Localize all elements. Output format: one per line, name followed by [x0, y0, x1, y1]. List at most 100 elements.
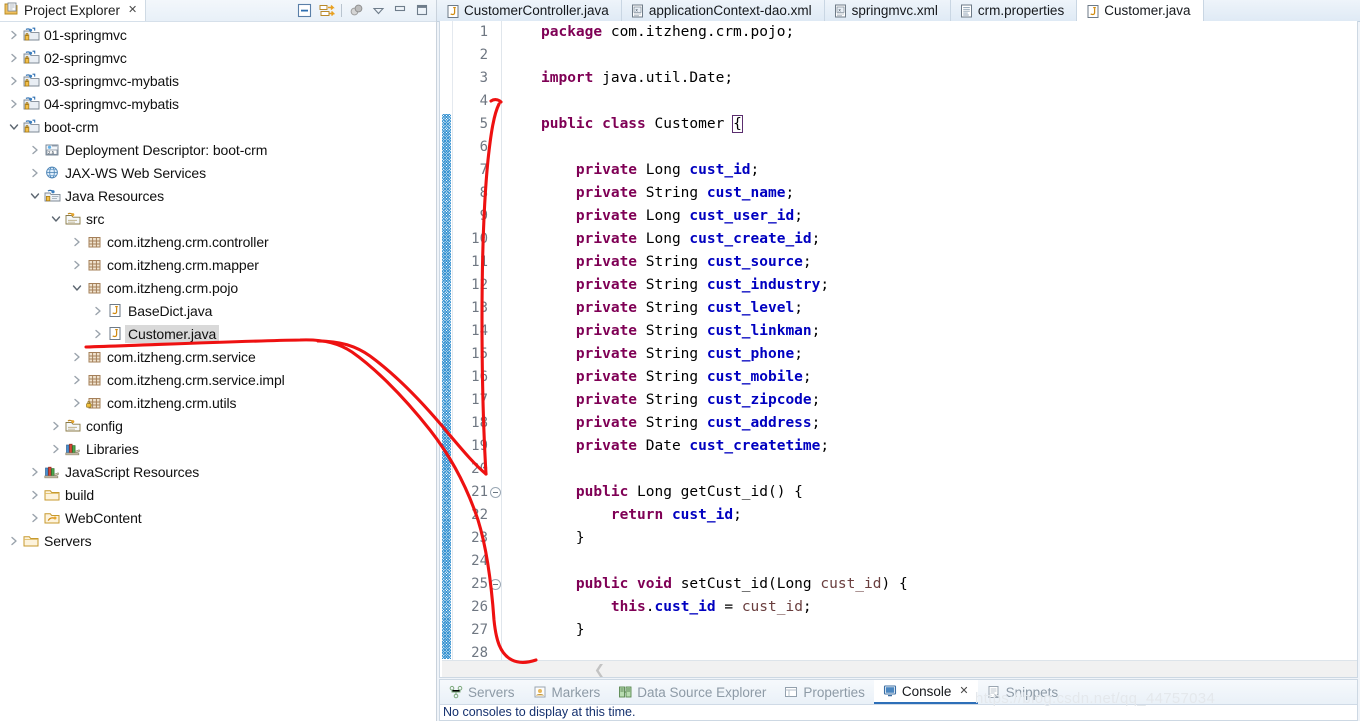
- code-line[interactable]: public class Customer {: [502, 113, 1357, 136]
- chevron-right-icon[interactable]: [48, 437, 64, 460]
- view-menu-icon[interactable]: [371, 3, 386, 18]
- code-line[interactable]: private String cust_zipcode;: [502, 389, 1357, 412]
- tree-item-libraries[interactable]: Libraries: [0, 437, 436, 460]
- fold-collapse-icon[interactable]: [490, 487, 501, 498]
- code-line[interactable]: return cust_id;: [502, 504, 1357, 527]
- tab-project-explorer[interactable]: Project Explorer ✕: [0, 0, 147, 21]
- bottom-tabbar[interactable]: Servers Markers Data Source Explorer Pro…: [440, 680, 1357, 705]
- bottom-tab-servers[interactable]: Servers: [440, 680, 524, 704]
- editor-tab-crm-properties[interactable]: crm.properties: [951, 0, 1078, 21]
- tree-item-com-itzheng-crm-pojo[interactable]: com.itzheng.crm.pojo: [0, 276, 436, 299]
- scroll-left-icon[interactable]: ❮: [594, 662, 605, 677]
- tree-item-src[interactable]: src: [0, 207, 436, 230]
- editor-tabbar[interactable]: CustomerController.java x applicationCon…: [437, 0, 1360, 22]
- code-line[interactable]: [502, 136, 1357, 159]
- code-line[interactable]: package com.itzheng.crm.pojo;: [502, 21, 1357, 44]
- chevron-down-icon[interactable]: [27, 184, 43, 207]
- bottom-tab-properties[interactable]: Properties: [775, 680, 874, 704]
- code-line[interactable]: private String cust_mobile;: [502, 366, 1357, 389]
- code-line[interactable]: private String cust_address;: [502, 412, 1357, 435]
- code-line[interactable]: [502, 550, 1357, 573]
- chevron-right-icon[interactable]: [6, 69, 22, 92]
- code-line[interactable]: private Long cust_create_id;: [502, 228, 1357, 251]
- chevron-down-icon[interactable]: [69, 276, 85, 299]
- minimize-icon[interactable]: [393, 3, 408, 18]
- tree-item-03-springmvc-mybatis[interactable]: 03-springmvc-mybatis: [0, 69, 436, 92]
- tree-item-com-itzheng-crm-service-impl[interactable]: com.itzheng.crm.service.impl: [0, 368, 436, 391]
- chevron-right-icon[interactable]: [90, 299, 106, 322]
- tree-item-boot-crm[interactable]: boot-crm: [0, 115, 436, 138]
- code-line[interactable]: private String cust_industry;: [502, 274, 1357, 297]
- bottom-tab-console[interactable]: Console ✕: [873, 680, 978, 704]
- bottom-tab-markers[interactable]: Markers: [524, 680, 610, 704]
- code-line[interactable]: [502, 90, 1357, 113]
- close-icon[interactable]: ✕: [959, 685, 968, 697]
- tree-item-servers[interactable]: Servers: [0, 529, 436, 552]
- code-line[interactable]: [502, 458, 1357, 481]
- chevron-down-icon[interactable]: [6, 115, 22, 138]
- chevron-right-icon[interactable]: [27, 483, 43, 506]
- code-line[interactable]: import java.util.Date;: [502, 67, 1357, 90]
- tree-item-04-springmvc-mybatis[interactable]: 04-springmvc-mybatis: [0, 92, 436, 115]
- close-icon[interactable]: ✕: [128, 5, 137, 16]
- code-line[interactable]: [502, 44, 1357, 67]
- tree-item-javascript-resources[interactable]: JavaScript Resources: [0, 460, 436, 483]
- chevron-right-icon[interactable]: [69, 230, 85, 253]
- line-number-gutter[interactable]: 1 2 3 4 5 6 7 8 9 10 11 12 13 14 15 16 17 18 19 20 21 22 23 24 2…: [453, 21, 502, 677]
- editor-tab-springmvc-xml[interactable]: x springmvc.xml: [825, 0, 951, 21]
- project-tree[interactable]: 01-springmvc 02-springmvc 03-springmvc-m…: [0, 21, 436, 721]
- chevron-right-icon[interactable]: [48, 414, 64, 437]
- chevron-right-icon[interactable]: [27, 460, 43, 483]
- chevron-right-icon[interactable]: [69, 368, 85, 391]
- editor-tab-applicationcontext-dao-xml[interactable]: x applicationContext-dao.xml: [622, 0, 825, 21]
- code-line[interactable]: private String cust_name;: [502, 182, 1357, 205]
- horizontal-scrollbar[interactable]: ❮: [442, 660, 1357, 677]
- code-line[interactable]: private String cust_linkman;: [502, 320, 1357, 343]
- tree-item-com-itzheng-crm-service[interactable]: com.itzheng.crm.service: [0, 345, 436, 368]
- code-editor[interactable]: 1 2 3 4 5 6 7 8 9 10 11 12 13 14 15 16 17 18 19 20 21 22 23 24 2…: [439, 21, 1358, 678]
- tree-item-deployment-descriptor-boot-crm[interactable]: 2.5 Deployment Descriptor: boot-crm: [0, 138, 436, 161]
- chevron-right-icon[interactable]: [6, 23, 22, 46]
- editor-tab-customer-java[interactable]: Customer.java: [1077, 0, 1204, 21]
- code-line[interactable]: public void setCust_id(Long cust_id) {: [502, 573, 1357, 596]
- tree-item-webcontent[interactable]: WebContent: [0, 506, 436, 529]
- tree-item-01-springmvc[interactable]: 01-springmvc: [0, 23, 436, 46]
- chevron-right-icon[interactable]: [6, 529, 22, 552]
- chevron-right-icon[interactable]: [27, 138, 43, 161]
- chevron-right-icon[interactable]: [69, 391, 85, 414]
- bottom-tab-snippets[interactable]: Snippets: [978, 680, 1068, 704]
- chevron-right-icon[interactable]: [90, 322, 106, 345]
- chevron-right-icon[interactable]: [6, 46, 22, 69]
- tree-item-basedict-java[interactable]: BaseDict.java: [0, 299, 436, 322]
- chevron-right-icon[interactable]: [69, 253, 85, 276]
- chevron-right-icon[interactable]: [27, 506, 43, 529]
- code-text[interactable]: package com.itzheng.crm.pojo; import java…: [502, 21, 1357, 677]
- code-line[interactable]: private Date cust_createtime;: [502, 435, 1357, 458]
- code-line[interactable]: private Long cust_id;: [502, 159, 1357, 182]
- link-with-editor-icon[interactable]: [319, 3, 336, 18]
- bottom-tab-data-source-explorer[interactable]: Data Source Explorer: [609, 680, 775, 704]
- code-line[interactable]: private Long cust_user_id;: [502, 205, 1357, 228]
- tree-item-config[interactable]: config: [0, 414, 436, 437]
- tree-item-build[interactable]: build: [0, 483, 436, 506]
- tree-item-jax-ws-web-services[interactable]: JAX-WS Web Services: [0, 161, 436, 184]
- code-line[interactable]: }: [502, 619, 1357, 642]
- code-line[interactable]: this.cust_id = cust_id;: [502, 596, 1357, 619]
- chevron-right-icon[interactable]: [69, 345, 85, 368]
- overview-ruler[interactable]: [440, 21, 453, 677]
- chevron-right-icon[interactable]: [27, 161, 43, 184]
- tree-item-com-itzheng-crm-controller[interactable]: com.itzheng.crm.controller: [0, 230, 436, 253]
- tree-item-java-resources[interactable]: Java Resources: [0, 184, 436, 207]
- editor-tab-customercontroller-java[interactable]: CustomerController.java: [437, 0, 622, 21]
- chevron-right-icon[interactable]: [6, 92, 22, 115]
- code-line[interactable]: }: [502, 527, 1357, 550]
- fold-collapse-icon[interactable]: [490, 579, 501, 590]
- maximize-icon[interactable]: [415, 3, 430, 18]
- collapse-all-icon[interactable]: [297, 3, 312, 18]
- code-line[interactable]: private String cust_phone;: [502, 343, 1357, 366]
- chevron-down-icon[interactable]: [48, 207, 64, 230]
- code-line[interactable]: public Long getCust_id() {: [502, 481, 1357, 504]
- tree-item-02-springmvc[interactable]: 02-springmvc: [0, 46, 436, 69]
- code-line[interactable]: private String cust_level;: [502, 297, 1357, 320]
- code-line[interactable]: private String cust_source;: [502, 251, 1357, 274]
